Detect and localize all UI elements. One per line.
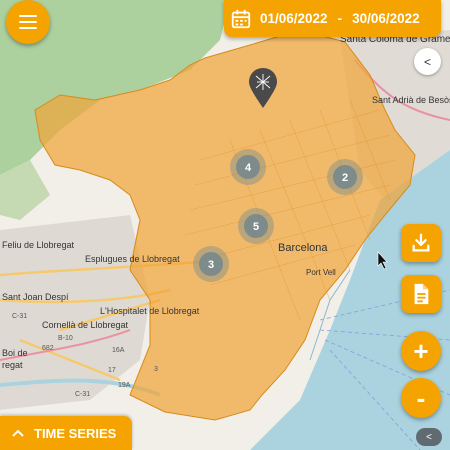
menu-button[interactable]: [6, 0, 50, 44]
download-button[interactable]: [401, 224, 441, 262]
document-icon: [414, 283, 429, 305]
corner-toggle-button[interactable]: <: [416, 428, 442, 446]
chevron-up-icon: [12, 429, 24, 437]
road-label: 3: [154, 366, 158, 373]
calendar-icon: [231, 9, 251, 28]
place-label: Sant Joan Despí: [2, 292, 69, 302]
zoom-out-button[interactable]: -: [401, 378, 441, 418]
road-label: 19A: [118, 382, 131, 389]
report-button[interactable]: [401, 275, 441, 313]
place-label: Cornellà de Llobregat: [42, 320, 129, 330]
collapse-panel-button[interactable]: <: [414, 48, 441, 75]
hamburger-menu-icon: [6, 0, 50, 44]
date-from[interactable]: 01/06/2022: [260, 11, 328, 26]
cluster-count: 4: [245, 162, 252, 174]
download-icon: [412, 233, 430, 252]
road-label: C-31: [12, 313, 27, 320]
road-label: 17: [108, 367, 116, 374]
place-label: Port Vell: [306, 268, 336, 277]
cluster-marker[interactable]: 5: [238, 208, 274, 244]
zoom-in-button[interactable]: +: [401, 331, 441, 371]
time-series-button[interactable]: TIME SERIES: [0, 416, 132, 450]
road-label: B-10: [58, 335, 73, 342]
map-canvas[interactable]: Santa Coloma de Gramenet Sant Adrià de B…: [0, 0, 450, 450]
date-range-picker[interactable]: 01/06/2022 - 30/06/2022: [224, 0, 441, 37]
cluster-count: 3: [208, 259, 214, 271]
place-label: Sant Adrià de Besòs: [372, 95, 450, 105]
place-label: Feliu de Llobregat: [2, 240, 75, 250]
road-label: 16A: [112, 347, 125, 354]
cluster-marker[interactable]: 2: [327, 159, 363, 195]
place-label: regat: [2, 360, 23, 370]
date-to[interactable]: 30/06/2022: [352, 11, 420, 26]
place-label: Boi de: [2, 348, 28, 358]
place-label: L'Hospitalet de Llobregat: [100, 306, 200, 316]
cluster-marker[interactable]: 4: [230, 149, 266, 185]
road-label: C-31: [75, 391, 90, 398]
road-label: 682: [42, 345, 54, 352]
place-label: Esplugues de Llobregat: [85, 254, 180, 264]
place-label: Barcelona: [278, 242, 328, 254]
cluster-count: 5: [253, 221, 259, 233]
time-series-label: TIME SERIES: [34, 425, 117, 441]
cluster-marker[interactable]: 3: [193, 246, 229, 282]
date-separator: -: [337, 11, 343, 26]
cluster-count: 2: [342, 172, 348, 184]
